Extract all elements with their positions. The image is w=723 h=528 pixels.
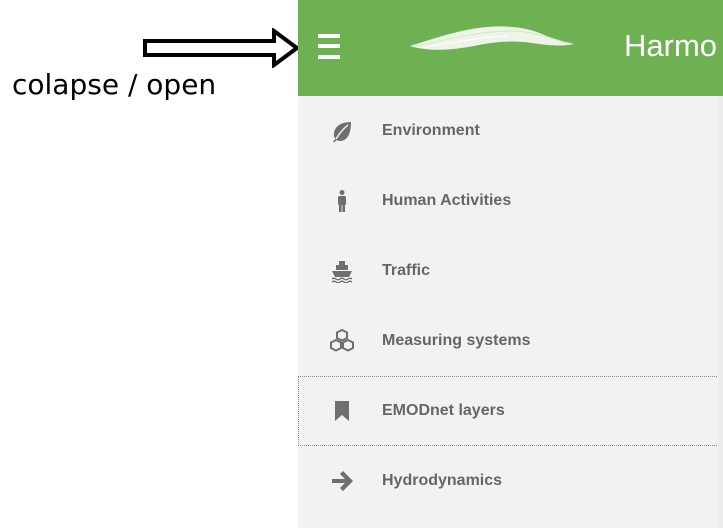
- content-edge: [718, 96, 723, 528]
- menu-item-traffic[interactable]: Traffic: [298, 236, 719, 306]
- arrow-right-icon: [332, 471, 353, 491]
- cubes-icon: [330, 329, 354, 352]
- logo: [410, 26, 574, 50]
- menu-item-label: Hydrodynamics: [382, 472, 503, 489]
- app-title: Harmo: [624, 28, 718, 63]
- annotation-arrow: [143, 28, 301, 68]
- person-icon: [338, 190, 346, 212]
- bookmark-icon: [335, 401, 349, 421]
- annotation-label: colapse / open: [12, 68, 217, 101]
- menu-item-measuring-systems[interactable]: Measuring systems: [298, 306, 719, 376]
- menu-item-environment[interactable]: Environment: [298, 96, 719, 166]
- menu-item-label: Traffic: [382, 262, 431, 279]
- menu-item-label: Human Activities: [382, 192, 512, 209]
- sidebar-panel: Harmo Environment Human Activities Traff…: [298, 0, 723, 528]
- menu-item-label: Measuring systems: [382, 332, 531, 349]
- menu-item-label: EMODnet layers: [382, 402, 505, 419]
- ship-icon: [331, 261, 353, 283]
- hamburger-menu-icon[interactable]: [318, 34, 340, 59]
- leaf-icon: [333, 122, 351, 143]
- menu-item-emodnet-layers[interactable]: EMODnet layers: [298, 376, 719, 446]
- menu-item-human-activities[interactable]: Human Activities: [298, 166, 719, 236]
- app-header: Harmo: [298, 0, 723, 96]
- menu-item-hydrodynamics[interactable]: Hydrodynamics: [298, 446, 719, 516]
- menu-item-label: Environment: [382, 122, 480, 139]
